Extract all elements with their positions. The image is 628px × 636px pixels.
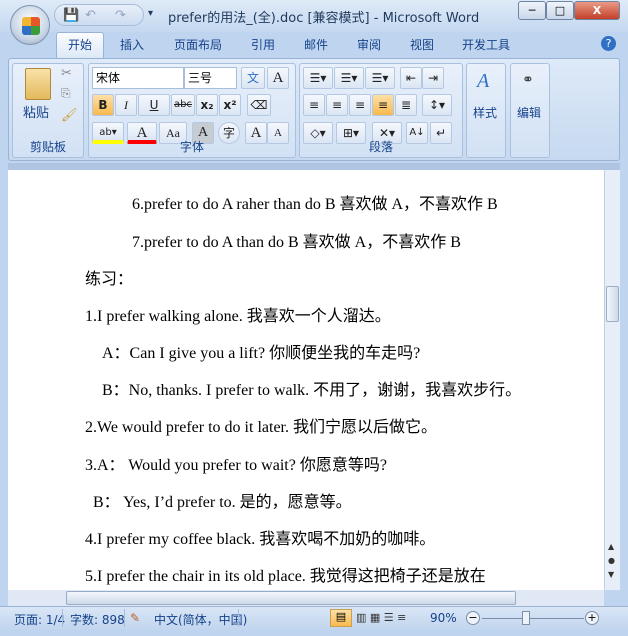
distributed-button[interactable]: ≣ bbox=[395, 94, 417, 116]
clipboard-group: 粘贴 ✂ ⎘ 🖌 剪贴板 bbox=[12, 63, 84, 158]
customize-qat-icon[interactable]: ▾ bbox=[148, 8, 153, 19]
editing-button[interactable]: 编辑 bbox=[517, 104, 541, 121]
view-buttons[interactable]: ▥ ▦ ☰ ≡ bbox=[356, 611, 406, 624]
line-spacing-button[interactable]: ↕▾ bbox=[422, 94, 452, 116]
doc-line: 1.I prefer walking alone. 我喜欢一个人溜达。 bbox=[85, 308, 391, 325]
paragraph-group: ☰▾ ☰▾ ☰▾ ⇤ ⇥ ≡ ≡ ≡ ≡ ≣ ↕▾ ◇▾ ⊞▾ ✕▾ A↓ ↵ … bbox=[299, 63, 463, 158]
editing-group[interactable]: ⚭ 编辑 bbox=[510, 63, 550, 158]
doc-line: 5.I prefer the chair in its old place. 我… bbox=[85, 568, 486, 585]
font-group: 宋体 三号 文 A B I U abc x₂ x² ⌫ ab▾ A Aa A 字… bbox=[88, 63, 296, 158]
help-icon[interactable]: ? bbox=[601, 36, 616, 51]
format-painter-icon[interactable]: 🖌 bbox=[61, 108, 78, 123]
tab-page-layout[interactable]: 页面布局 bbox=[174, 36, 222, 53]
document-page[interactable]: 6.prefer to do A raher than do B 喜欢做 A，不… bbox=[8, 170, 604, 590]
minimize-button[interactable]: ─ bbox=[518, 1, 546, 20]
styles-button[interactable]: 样式 bbox=[473, 104, 497, 121]
quick-access-toolbar: 💾 ↶ ↷ bbox=[54, 4, 144, 26]
tab-references[interactable]: 引用 bbox=[251, 36, 275, 53]
tab-developer[interactable]: 开发工具 bbox=[462, 36, 510, 53]
save-icon[interactable]: 💾 bbox=[63, 8, 79, 23]
font-name-select[interactable]: 宋体 bbox=[92, 67, 184, 89]
font-size-select[interactable]: 三号 bbox=[184, 67, 237, 89]
doc-line: 练习： bbox=[85, 271, 134, 288]
tab-home[interactable]: 开始 bbox=[56, 32, 104, 58]
italic-button[interactable]: I bbox=[115, 94, 137, 116]
copy-icon[interactable]: ⎘ bbox=[61, 86, 71, 101]
find-binoculars-icon: ⚭ bbox=[522, 72, 534, 88]
character-border-button[interactable]: A bbox=[267, 67, 289, 89]
align-left-button[interactable]: ≡ bbox=[303, 94, 325, 116]
ribbon-tabs: 开始 插入 页面布局 引用 邮件 审阅 视图 开发工具 ? bbox=[0, 32, 628, 58]
zoom-slider[interactable] bbox=[482, 618, 584, 619]
styles-icon: A bbox=[477, 70, 490, 92]
vertical-scroll-thumb[interactable] bbox=[606, 286, 619, 322]
doc-line: 4.I prefer my coffee black. 我喜欢喝不加奶的咖啡。 bbox=[85, 531, 436, 548]
horizontal-scrollbar[interactable] bbox=[8, 590, 604, 606]
multilevel-list-button[interactable]: ☰▾ bbox=[365, 67, 395, 89]
decrease-indent-button[interactable]: ⇤ bbox=[400, 67, 422, 89]
doc-line: 2.We would prefer to do it later. 我们宁愿以后… bbox=[85, 419, 437, 436]
proofing-icon[interactable]: ✎ bbox=[130, 611, 140, 625]
title-bar: 💾 ↶ ↷ ▾ prefer的用法_(全).doc [兼容模式] - Micro… bbox=[0, 0, 628, 32]
zoom-in-button[interactable]: + bbox=[585, 611, 599, 625]
numbering-button[interactable]: ☰▾ bbox=[334, 67, 364, 89]
subscript-button[interactable]: x₂ bbox=[196, 94, 218, 116]
align-right-button[interactable]: ≡ bbox=[349, 94, 371, 116]
clipboard-label: 剪贴板 bbox=[29, 140, 66, 154]
page-count[interactable]: 页面: 1/4 bbox=[14, 611, 65, 628]
strikethrough-button[interactable]: abc bbox=[171, 94, 195, 116]
paste-icon[interactable] bbox=[25, 68, 51, 100]
office-button[interactable] bbox=[10, 5, 50, 45]
doc-line: B：No, thanks. I prefer to walk. 不用了，谢谢，我… bbox=[102, 382, 522, 399]
paragraph-label: 段落 bbox=[368, 140, 393, 154]
phonetic-guide-button[interactable]: 文 bbox=[241, 67, 265, 89]
office-logo-icon bbox=[22, 17, 40, 35]
word-count[interactable]: 字数: 898 bbox=[70, 611, 125, 628]
bullets-button[interactable]: ☰▾ bbox=[303, 67, 333, 89]
doc-line: 3.A： Would you prefer to wait? 你愿意等吗? bbox=[85, 457, 387, 474]
font-label: 字体 bbox=[179, 140, 204, 154]
justify-button[interactable]: ≡ bbox=[372, 94, 394, 116]
underline-button[interactable]: U bbox=[138, 94, 170, 116]
clear-formatting-icon[interactable]: ⌫ bbox=[247, 94, 271, 116]
doc-line: A：Can I give you a lift? 你顺便坐我的车走吗? bbox=[102, 345, 421, 362]
tab-insert[interactable]: 插入 bbox=[120, 36, 144, 53]
align-center-button[interactable]: ≡ bbox=[326, 94, 348, 116]
doc-line: B： Yes, I’d prefer to. 是的，愿意等。 bbox=[93, 494, 352, 511]
redo-icon[interactable]: ↷ bbox=[115, 8, 126, 23]
ruler-strip bbox=[8, 163, 620, 170]
status-bar: 页面: 1/4 字数: 898 ✎ 中文(简体，中国) ▤ ▥ ▦ ☰ ≡ 90… bbox=[0, 606, 628, 630]
cut-icon[interactable]: ✂ bbox=[61, 66, 72, 81]
undo-icon[interactable]: ↶ bbox=[85, 8, 96, 23]
language-status[interactable]: 中文(简体，中国) bbox=[154, 611, 247, 628]
vertical-scrollbar[interactable]: ▲ ● ▼ bbox=[604, 170, 620, 590]
close-button[interactable]: X bbox=[574, 1, 620, 20]
window-title: prefer的用法_(全).doc [兼容模式] - Microsoft Wor… bbox=[168, 11, 480, 26]
increase-indent-button[interactable]: ⇥ bbox=[422, 67, 444, 89]
browse-object-buttons[interactable]: ▲ ● ▼ bbox=[608, 540, 615, 582]
zoom-out-button[interactable]: − bbox=[466, 611, 480, 625]
zoom-level[interactable]: 90% bbox=[430, 611, 457, 625]
maximize-button[interactable]: □ bbox=[546, 1, 574, 20]
zoom-slider-thumb[interactable] bbox=[522, 611, 530, 625]
paste-button[interactable]: 粘贴 bbox=[23, 102, 49, 121]
ribbon: 粘贴 ✂ ⎘ 🖌 剪贴板 宋体 三号 文 A B I U abc x₂ x² ⌫… bbox=[8, 58, 620, 161]
tab-mailings[interactable]: 邮件 bbox=[304, 36, 328, 53]
print-layout-view-button[interactable]: ▤ bbox=[330, 609, 352, 627]
horizontal-scroll-thumb[interactable] bbox=[66, 591, 516, 605]
styles-group[interactable]: A 样式 bbox=[466, 63, 506, 158]
doc-line: 6.prefer to do A raher than do B 喜欢做 A，不… bbox=[132, 196, 498, 213]
bold-button[interactable]: B bbox=[92, 94, 114, 116]
tab-view[interactable]: 视图 bbox=[410, 36, 434, 53]
doc-line: 7.prefer to do A than do B 喜欢做 A，不喜欢作 B bbox=[132, 234, 461, 251]
superscript-button[interactable]: x² bbox=[219, 94, 241, 116]
tab-review[interactable]: 审阅 bbox=[357, 36, 381, 53]
